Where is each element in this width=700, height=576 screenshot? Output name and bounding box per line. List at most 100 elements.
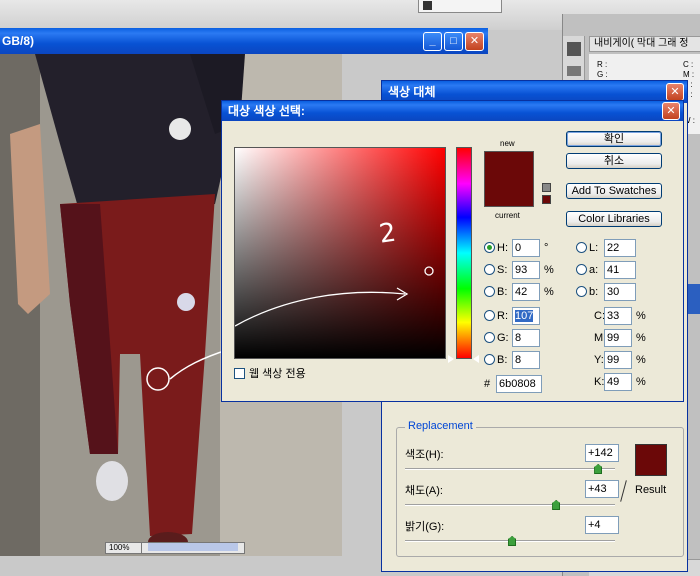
- hue-strip[interactable]: [456, 147, 472, 359]
- color-field-annotations: 2: [235, 218, 434, 327]
- green-row: G: 8: [484, 329, 564, 347]
- lab-b-input[interactable]: 30: [604, 283, 636, 301]
- navigator-tab[interactable]: 내비게이( 막대 그래 정: [589, 36, 700, 52]
- s-radio[interactable]: [484, 264, 495, 275]
- lab-b-label: b:: [589, 286, 599, 298]
- horizontal-scrollbar[interactable]: [148, 543, 238, 551]
- web-safe-swatch[interactable]: [542, 195, 551, 204]
- picker-close-button[interactable]: ✕: [662, 102, 680, 120]
- zoom-level[interactable]: 100%: [106, 543, 142, 553]
- g-label: G:: [497, 332, 509, 344]
- hue-marker-right[interactable]: [473, 355, 479, 363]
- hue-radio[interactable]: [484, 242, 495, 253]
- hue-label: 색조(H):: [405, 449, 444, 461]
- m-input[interactable]: 99: [604, 329, 632, 347]
- current-color-swatch[interactable]: [484, 179, 534, 207]
- saturation-row: S: 93 %: [484, 261, 564, 279]
- new-color-swatch: [484, 151, 534, 179]
- saturation-field[interactable]: +43: [585, 480, 619, 498]
- hue-slider[interactable]: [405, 468, 615, 470]
- r-label: R:: [497, 310, 508, 322]
- r-input[interactable]: 107: [512, 307, 540, 325]
- k-input[interactable]: 49: [604, 373, 632, 391]
- minimize-button[interactable]: _: [423, 32, 442, 51]
- document-titlebar[interactable]: GB/8): [0, 28, 488, 54]
- hue-slider-thumb[interactable]: [594, 464, 603, 474]
- a-label: a:: [589, 264, 599, 276]
- lab-l-row: L: 22: [576, 239, 646, 257]
- color-field[interactable]: 2: [234, 147, 446, 359]
- color-picker-titlebar[interactable]: 대상 색상 선택:: [222, 101, 683, 121]
- out-of-gamut-cube-icon[interactable]: [542, 183, 551, 192]
- y-input[interactable]: 99: [604, 351, 632, 369]
- yellow-row: Y: 99 %: [592, 351, 672, 369]
- k-label: K:: [594, 376, 605, 388]
- red-row: R: 107: [484, 307, 564, 325]
- lightness-label: 밝기(G):: [405, 521, 445, 533]
- replace-color-title: 색상 대체: [388, 85, 436, 99]
- result-divider: [620, 480, 627, 502]
- l-radio[interactable]: [576, 242, 587, 253]
- cancel-button[interactable]: 취소: [566, 153, 662, 169]
- cyan-row: C: 33 %: [592, 307, 672, 325]
- h-label: H:: [497, 242, 508, 254]
- brightness-row: B: 42 %: [484, 283, 564, 301]
- add-to-swatches-button[interactable]: Add To Swatches: [566, 183, 662, 199]
- color-picker-dialog: 대상 색상 선택: ✕ 2 웹 색상 전용 new current 확인 취소 …: [221, 100, 684, 402]
- close-button[interactable]: ✕: [465, 32, 484, 51]
- g-radio[interactable]: [484, 332, 495, 343]
- lab-a-row: a: 41: [576, 261, 646, 279]
- s-input[interactable]: 93: [512, 261, 540, 279]
- hex-row: # 6b0808: [484, 375, 542, 393]
- h-input[interactable]: 0: [512, 239, 540, 257]
- info-c-label: C :: [683, 60, 694, 69]
- result-swatch[interactable]: [635, 444, 667, 476]
- hex-input[interactable]: 6b0808: [496, 375, 542, 393]
- g-input[interactable]: 8: [512, 329, 540, 347]
- s-label: S:: [497, 264, 508, 276]
- lightness-field[interactable]: +4: [585, 516, 619, 534]
- l-label: L:: [589, 242, 599, 254]
- blue-radio[interactable]: [484, 354, 495, 365]
- color-picker-title: 대상 색상 선택:: [228, 104, 305, 118]
- a-radio[interactable]: [576, 264, 587, 275]
- annotation-number: 2: [377, 218, 398, 250]
- c-input[interactable]: 33: [604, 307, 632, 325]
- hex-label: #: [484, 378, 491, 390]
- saturation-slider[interactable]: [405, 504, 615, 506]
- color-libraries-button[interactable]: Color Libraries: [566, 211, 662, 227]
- hue-field[interactable]: +142: [585, 444, 619, 462]
- ok-button[interactable]: 확인: [566, 131, 662, 147]
- web-colors-only[interactable]: 웹 색상 전용: [234, 365, 306, 381]
- document-title: GB/8): [2, 34, 35, 48]
- color-field-cursor: [424, 266, 434, 276]
- l-input[interactable]: 22: [604, 239, 636, 257]
- result-label: Result: [635, 484, 667, 496]
- blue-input[interactable]: 8: [512, 351, 540, 369]
- black-row: K: 49 %: [592, 373, 672, 391]
- k-unit: %: [636, 376, 646, 388]
- new-color-label: new: [500, 139, 515, 148]
- r-radio[interactable]: [484, 310, 495, 321]
- y-label: Y:: [594, 354, 604, 366]
- workspace-button[interactable]: [418, 0, 502, 13]
- b-unit: %: [544, 286, 554, 298]
- hue-marker-left[interactable]: [448, 355, 454, 363]
- saturation-label: 채도(A):: [405, 485, 443, 497]
- y-unit: %: [636, 354, 646, 366]
- saturation-slider-thumb[interactable]: [552, 500, 561, 510]
- replacement-legend: Replacement: [405, 420, 476, 432]
- info-g-label: G :: [597, 70, 608, 79]
- lightness-slider-thumb[interactable]: [508, 536, 517, 546]
- blue-label: B:: [497, 354, 508, 366]
- status-bar: 100%: [105, 542, 245, 554]
- lab-b-radio[interactable]: [576, 286, 587, 297]
- workspace-icon: [423, 1, 432, 10]
- b-input[interactable]: 42: [512, 283, 540, 301]
- h-unit: °: [544, 242, 549, 254]
- replace-close-button[interactable]: ✕: [666, 83, 684, 101]
- maximize-button[interactable]: □: [444, 32, 463, 51]
- b-radio[interactable]: [484, 286, 495, 297]
- a-input[interactable]: 41: [604, 261, 636, 279]
- web-colors-checkbox[interactable]: [234, 368, 245, 379]
